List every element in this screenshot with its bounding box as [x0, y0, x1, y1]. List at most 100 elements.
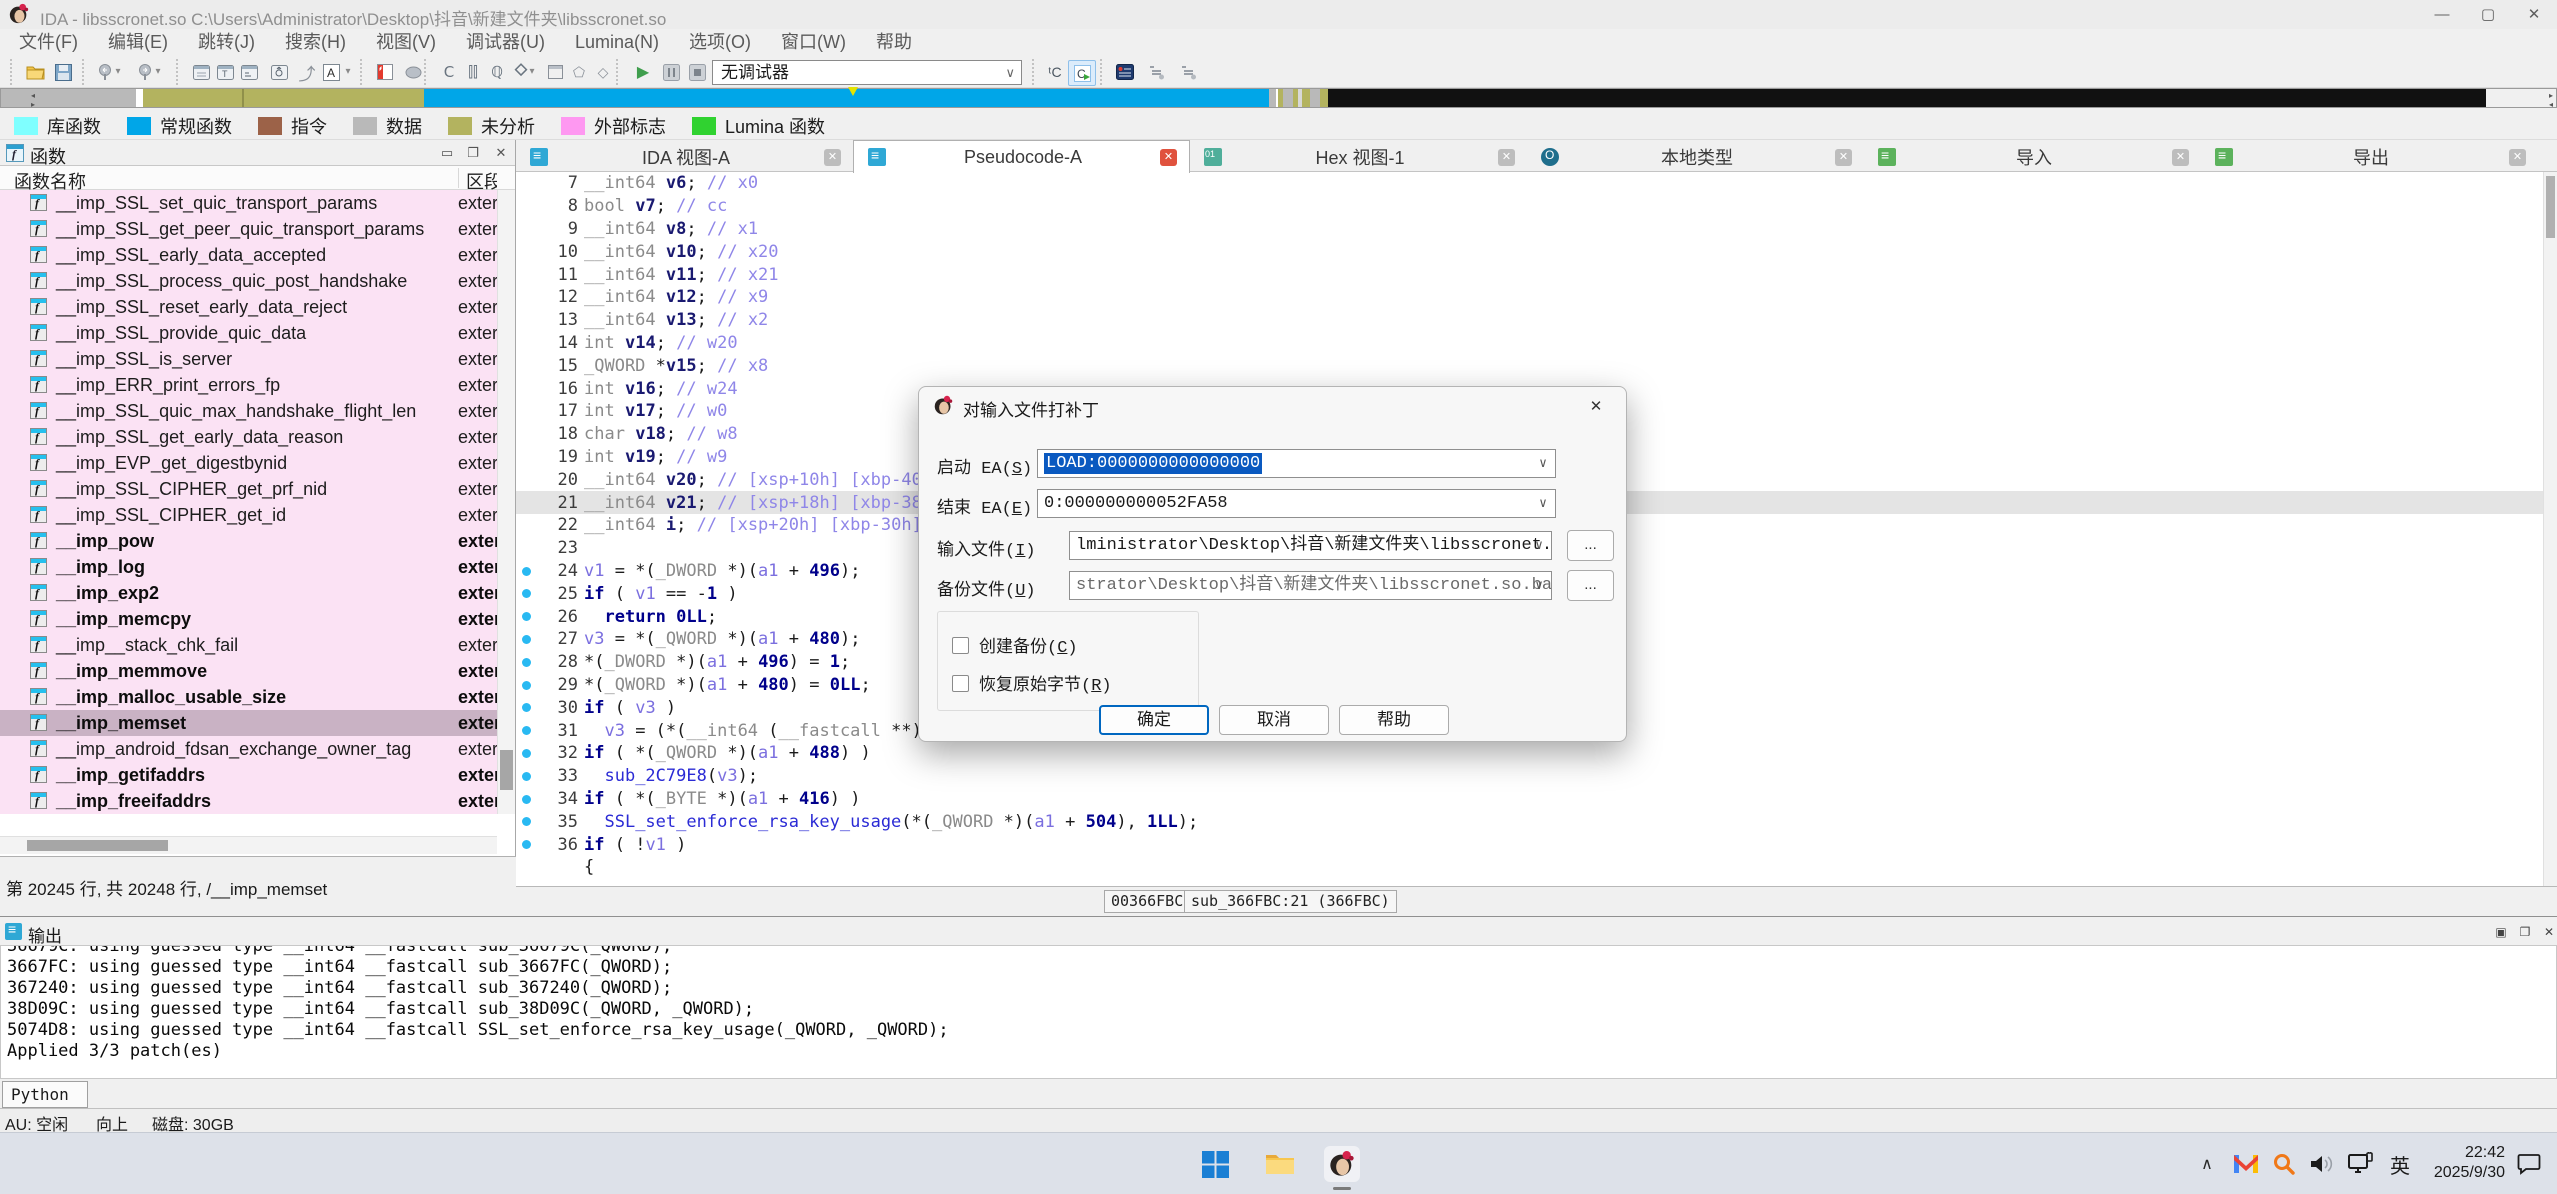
tab-imports[interactable]: 导入✕ — [1864, 142, 2201, 172]
scrollbar-thumb[interactable] — [27, 840, 168, 851]
minimize-button[interactable]: — — [2419, 0, 2465, 29]
function-row[interactable]: __imp_SSL_reset_early_data_rejectextern — [0, 294, 497, 320]
function-row[interactable]: __imp_malloc_usable_sizeextern — [0, 684, 497, 710]
debug-dropdown-icon[interactable]: ▾ — [526, 66, 538, 77]
function-row[interactable]: __imp_SSL_CIPHER_get_idextern — [0, 502, 497, 528]
tab-disasm[interactable]: IDA 视图-A✕ — [516, 142, 853, 172]
debug-window-icon[interactable] — [542, 60, 568, 84]
line-mark-icon[interactable] — [522, 589, 531, 598]
input-language-indicator[interactable]: 英 — [2384, 1146, 2416, 1182]
jump-forward-dropdown-icon[interactable]: ▾ — [152, 66, 164, 77]
menu-item[interactable]: 调试器(U) — [451, 29, 560, 56]
tab-close-icon[interactable]: ✕ — [2509, 149, 2526, 166]
debug-diamond-icon[interactable]: ◇ — [590, 60, 616, 84]
window-hex-icon[interactable] — [236, 60, 262, 84]
jump-back-dropdown-icon[interactable]: ▾ — [112, 66, 124, 77]
save-icon[interactable] — [50, 60, 76, 84]
function-row[interactable]: __imp_getifaddrsextern — [0, 762, 497, 788]
start-debug-icon[interactable]: ▶ — [630, 60, 656, 84]
panel-maximize-icon[interactable]: ▭ — [436, 144, 458, 162]
input-file-browse-button[interactable]: ... — [1567, 530, 1614, 561]
restore-bytes-checkbox[interactable]: 恢复原始字节(R) — [952, 670, 1112, 696]
line-mark-icon[interactable] — [522, 840, 531, 849]
column-divider[interactable] — [458, 168, 459, 188]
menu-item[interactable]: 文件(F) — [4, 29, 93, 56]
functions-vertical-scrollbar[interactable] — [497, 190, 515, 814]
menu-item[interactable]: 选项(O) — [674, 29, 766, 56]
function-row[interactable]: __imp_memmoveextern — [0, 658, 497, 684]
function-row[interactable]: __imp_SSL_process_quic_post_handshakeext… — [0, 268, 497, 294]
pseudocode-vertical-scrollbar[interactable] — [2543, 172, 2557, 886]
search-tray-icon[interactable] — [2268, 1146, 2300, 1182]
function-row[interactable]: __imp_memsetextern — [0, 710, 497, 736]
line-mark-icon[interactable] — [522, 795, 531, 804]
window-jump-icon[interactable] — [266, 60, 292, 84]
stop-debug-icon[interactable] — [684, 60, 710, 84]
checkbox-icon[interactable] — [952, 675, 969, 692]
function-row[interactable]: __imp_powextern — [0, 528, 497, 554]
navband-right-arrow-icon[interactable]: ▸◂ — [2544, 91, 2557, 109]
output-log[interactable]: 36679C: using guessed type __int64 __fas… — [0, 945, 2557, 1079]
function-row[interactable]: __imp_SSL_set_quic_transport_paramsexter… — [0, 190, 497, 216]
scrollbar-thumb[interactable] — [2546, 176, 2555, 238]
stack-trace-icon[interactable] — [1176, 60, 1202, 84]
up-arrow-icon[interactable]: ⤴ — [294, 60, 320, 84]
function-row[interactable]: __imp_ERR_print_errors_fpextern — [0, 372, 497, 398]
checkbox-icon[interactable] — [952, 637, 969, 654]
input-file-combo[interactable]: lministrator\Desktop\抖音\新建文件夹\libsscrone… — [1069, 531, 1552, 560]
menu-item[interactable]: 编辑(E) — [93, 29, 183, 56]
tab-close-icon[interactable]: ✕ — [1498, 149, 1515, 166]
file-explorer-icon[interactable] — [1262, 1146, 1298, 1182]
menu-item[interactable]: 窗口(W) — [766, 29, 861, 56]
tab-close-icon[interactable]: ✕ — [1160, 149, 1177, 166]
run-script-icon[interactable]: C — [1068, 60, 1096, 86]
breakpoint-list-icon[interactable] — [1112, 60, 1138, 84]
function-row[interactable]: __imp_android_fdsan_exchange_owner_tagex… — [0, 736, 497, 762]
tab-pseudo[interactable]: Pseudocode-A✕ — [853, 140, 1190, 173]
debug-c-icon[interactable]: Ⅽ — [436, 60, 462, 84]
line-mark-icon[interactable] — [522, 658, 531, 667]
maximize-button[interactable]: ▢ — [2465, 0, 2511, 29]
menu-item[interactable]: 跳转(J) — [183, 29, 270, 56]
tab-exports[interactable]: 导出✕ — [2201, 142, 2538, 172]
function-row[interactable]: __imp_SSL_get_early_data_reasonextern — [0, 424, 497, 450]
panel-float-icon[interactable]: ❐ — [462, 144, 484, 162]
line-mark-icon[interactable] — [522, 703, 531, 712]
function-row[interactable]: __imp_memcpyextern — [0, 606, 497, 632]
tab-hex[interactable]: Hex 视图-1✕ — [1190, 142, 1527, 172]
function-row[interactable]: __imp_EVP_get_digestbynidextern — [0, 450, 497, 476]
tab-close-icon[interactable]: ✕ — [1835, 149, 1852, 166]
navband-left-arrow-icon[interactable]: ◂▸ — [26, 91, 40, 109]
line-mark-icon[interactable] — [522, 567, 531, 576]
cancel-button[interactable]: 取消 — [1219, 705, 1329, 735]
line-mark-icon[interactable] — [522, 726, 531, 735]
menu-item[interactable]: 帮助 — [861, 29, 927, 56]
open-file-icon[interactable] — [22, 60, 48, 84]
window-list-icon[interactable] — [188, 60, 214, 84]
taskbar-clock[interactable]: 22:42 2025/9/30 — [2434, 1143, 2505, 1183]
ellipse-icon[interactable] — [400, 60, 426, 84]
functions-list-header[interactable]: 函数名称 区段 — [0, 166, 515, 190]
start-ea-combo[interactable]: LOAD:0000000000000000 ∨ — [1037, 449, 1556, 478]
text-style-dropdown-icon[interactable]: ▾ — [342, 66, 354, 77]
compile-script-icon[interactable]: ᵗC — [1042, 60, 1068, 84]
pause-debug-icon[interactable] — [658, 60, 684, 84]
volume-icon[interactable] — [2306, 1146, 2338, 1182]
line-mark-icon[interactable] — [522, 749, 531, 758]
text-style-icon[interactable]: A — [322, 60, 340, 84]
function-row[interactable]: __imp_SSL_quic_max_handshake_flight_lene… — [0, 398, 497, 424]
function-row[interactable]: __imp_SSL_is_serverextern — [0, 346, 497, 372]
navigation-band[interactable] — [0, 88, 2557, 108]
gmail-tray-icon[interactable] — [2230, 1146, 2262, 1182]
help-button[interactable]: 帮助 — [1339, 705, 1449, 735]
debug-polygon-icon[interactable]: ⬠ — [566, 60, 592, 84]
functions-horizontal-scrollbar[interactable] — [0, 836, 497, 854]
notification-center-icon[interactable] — [2512, 1146, 2546, 1182]
dialog-close-icon[interactable]: ✕ — [1581, 395, 1611, 419]
network-icon[interactable] — [2344, 1146, 2378, 1182]
output-dock-icon[interactable]: ▣ — [2490, 923, 2512, 941]
tab-close-icon[interactable]: ✕ — [2172, 149, 2189, 166]
debugger-selector[interactable]: 无调试器 ∨ — [712, 60, 1022, 85]
struct-column-icon[interactable] — [372, 60, 398, 84]
function-row[interactable]: __imp__stack_chk_failextern — [0, 632, 497, 658]
